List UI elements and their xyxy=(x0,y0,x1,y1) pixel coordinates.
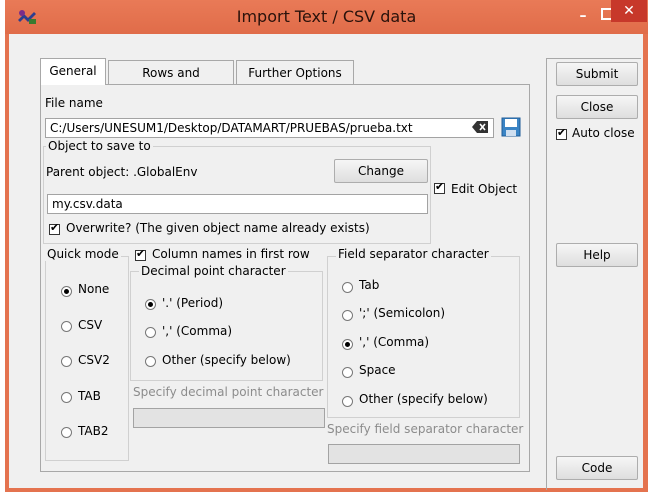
close-button[interactable]: Close xyxy=(556,95,638,119)
clear-icon[interactable] xyxy=(472,121,488,133)
quick-mode-none-radio[interactable] xyxy=(61,286,72,297)
separator-other-radio[interactable] xyxy=(342,396,353,407)
separator-tab-label: Tab xyxy=(359,278,380,292)
separator-specify-label: Specify field separator character xyxy=(327,422,524,436)
quick-mode-tab-radio[interactable] xyxy=(61,392,72,403)
tab-further-options[interactable]: Further Options xyxy=(236,60,354,84)
quick-mode-tab-label: TAB xyxy=(78,389,101,403)
quick-mode-none-label: None xyxy=(78,282,110,296)
edit-object-label: Edit Object xyxy=(451,182,518,196)
close-window-button[interactable]: ✕ xyxy=(611,0,647,22)
auto-close-checkbox[interactable] xyxy=(556,126,567,140)
minimize-button[interactable]: – xyxy=(571,8,595,32)
separator-comma-radio[interactable] xyxy=(342,339,353,350)
decimal-other-label: Other (specify below) xyxy=(162,353,291,367)
quick-mode-tab2-label: TAB2 xyxy=(78,424,109,438)
tab-general[interactable]: General xyxy=(40,58,106,85)
separator-other-label: Other (specify below) xyxy=(359,392,488,406)
separator-space-radio[interactable] xyxy=(342,367,353,378)
help-button[interactable]: Help xyxy=(556,243,638,267)
separator-comma-label: ',' (Comma) xyxy=(359,335,430,349)
auto-close-label: Auto close xyxy=(572,126,635,140)
object-name-input[interactable]: my.csv.data xyxy=(47,194,428,214)
quick-mode-csv-label: CSV xyxy=(78,318,103,332)
decimal-comma-label: ',' (Comma) xyxy=(162,324,233,338)
decimal-period-label: '.' (Period) xyxy=(162,296,224,310)
quick-mode-csv2-label: CSV2 xyxy=(78,353,110,367)
title-bar[interactable]: Import Text / CSV data – ✕ xyxy=(5,0,648,34)
decimal-comma-radio[interactable] xyxy=(145,327,156,338)
decimal-period-radio[interactable] xyxy=(145,299,156,310)
quick-mode-title: Quick mode xyxy=(45,247,121,261)
action-panel xyxy=(546,58,641,490)
separator-tab-radio[interactable] xyxy=(342,282,353,293)
overwrite-checkbox[interactable] xyxy=(49,221,60,235)
separator-specify-input[interactable] xyxy=(328,444,520,464)
edit-object-checkbox[interactable] xyxy=(434,180,445,194)
quick-mode-tab2-radio[interactable] xyxy=(61,427,72,438)
decimal-specify-label: Specify decimal point character xyxy=(133,385,324,399)
browse-file-icon[interactable] xyxy=(500,116,522,138)
submit-button[interactable]: Submit xyxy=(556,62,638,86)
decimal-frame-title: Decimal point character xyxy=(139,264,288,278)
code-button[interactable]: Code xyxy=(556,456,638,480)
parent-object-label: Parent object: .GlobalEnv xyxy=(46,165,198,179)
column-names-label: Column names in first row xyxy=(152,247,310,261)
separator-frame-title: Field separator character xyxy=(336,247,491,261)
separator-semicolon-label: ';' (Semicolon) xyxy=(359,306,446,320)
file-name-label: File name xyxy=(45,96,103,110)
tab-rows-and-columns[interactable]: Rows and Columns xyxy=(108,60,234,104)
object-frame-title: Object to save to xyxy=(46,139,153,153)
decimal-specify-input[interactable] xyxy=(133,408,325,428)
overwrite-label: Overwrite? (The given object name alread… xyxy=(66,221,370,235)
change-button[interactable]: Change xyxy=(334,159,428,183)
quick-mode-csv2-radio[interactable] xyxy=(61,356,72,367)
quick-mode-csv-radio[interactable] xyxy=(61,321,72,332)
separator-semicolon-radio[interactable] xyxy=(342,310,353,321)
decimal-other-radio[interactable] xyxy=(145,356,156,367)
file-path-input[interactable]: C:/Users/UNESUM1/Desktop/DATAMART/PRUEBA… xyxy=(45,118,494,138)
separator-space-label: Space xyxy=(359,363,396,377)
column-names-checkbox[interactable] xyxy=(135,247,146,261)
window-title: Import Text / CSV data xyxy=(236,7,417,26)
